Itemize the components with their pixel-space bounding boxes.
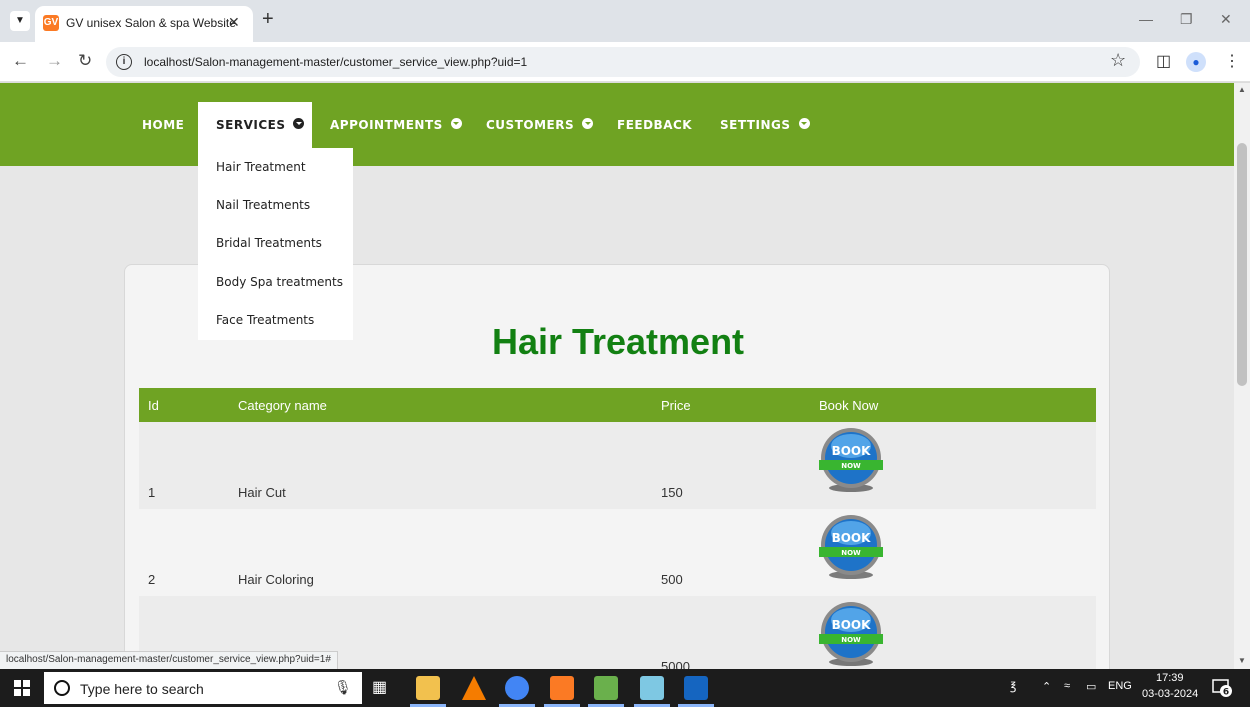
taskbar-search-placeholder: Type here to search (80, 681, 204, 697)
nav-feedback[interactable]: FEEDBACK (617, 118, 692, 132)
chrome-icon[interactable] (505, 676, 529, 700)
row-price: 500 (661, 572, 683, 587)
taskbar-search-box[interactable]: Type here to search 🎙 (44, 672, 362, 704)
column-header-price: Price (661, 398, 691, 413)
scrollbar-thumb[interactable] (1237, 143, 1247, 386)
book-now-button[interactable]: BOOK NOW (819, 515, 883, 581)
xampp-icon[interactable] (550, 676, 574, 700)
app-icon[interactable] (640, 676, 664, 700)
nav-services-label: SERVICES (216, 118, 286, 132)
show-hidden-icons-chevron-icon[interactable]: ⌃ (1042, 680, 1051, 693)
xampp-favicon-icon: GV (43, 15, 59, 31)
nav-services[interactable]: SERVICES (216, 118, 305, 132)
column-header-book-now: Book Now (819, 398, 879, 413)
notification-count: 6 (1223, 688, 1229, 698)
column-header-id: Id (148, 398, 159, 413)
clock-time[interactable]: 17:39 (1156, 672, 1184, 684)
tab-close-icon[interactable]: ✕ (228, 14, 240, 31)
book-label: BOOK (832, 444, 872, 458)
nav-customers-label: CUSTOMERS (486, 118, 575, 132)
scroll-up-arrow-icon[interactable]: ▲ (1238, 85, 1246, 94)
url-text[interactable]: localhost/Salon-management-master/custom… (144, 55, 527, 69)
bookmark-star-icon[interactable]: ☆ (1110, 50, 1126, 71)
tab-title: GV unisex Salon & spa Website (66, 16, 236, 30)
row-id: 2 (148, 572, 156, 587)
photos-icon[interactable] (684, 676, 708, 700)
task-view-icon[interactable]: ▦ (372, 677, 387, 697)
reload-icon[interactable]: ↻ (78, 51, 92, 71)
chevron-down-icon (450, 118, 462, 129)
site-info-icon[interactable]: i (116, 54, 132, 70)
dropdown-item-face-treatments[interactable]: Face Treatments (216, 313, 314, 327)
windows-taskbar: Type here to search 🎙 ▦ ℥ ⌃ ≈ ▭ ENG 17:3… (0, 669, 1250, 707)
now-label: NOW (841, 462, 861, 470)
browser-tab-strip: ▼ GV GV unisex Salon & spa Website ✕ + —… (0, 0, 1250, 42)
people-icon[interactable]: ℥ (1010, 680, 1016, 693)
dropdown-item-body-spa-treatments[interactable]: Body Spa treatments (216, 275, 343, 289)
table-header: Id Category name Price Book Now (139, 388, 1096, 422)
address-bar[interactable]: i localhost/Salon-management-master/cust… (106, 47, 1140, 77)
table-row: 2 Hair Coloring 500 BOOK NOW (139, 509, 1096, 596)
nav-settings[interactable]: SETTINGS (720, 118, 810, 132)
browser-toolbar: ← → ↻ i localhost/Salon-management-maste… (0, 42, 1250, 82)
window-close-icon[interactable]: ✕ (1220, 11, 1232, 28)
dropdown-item-nail-treatments[interactable]: Nail Treatments (216, 198, 310, 212)
services-dropdown-menu: Hair Treatment Nail Treatments Bridal Tr… (198, 148, 353, 340)
browser-menu-icon[interactable]: ⋮ (1224, 51, 1240, 71)
tab-search-chevron-icon[interactable]: ▼ (10, 11, 30, 31)
nav-home[interactable]: HOME (142, 118, 184, 132)
now-label: NOW (841, 549, 861, 557)
scroll-down-arrow-icon[interactable]: ▼ (1238, 656, 1246, 665)
windows-start-icon[interactable] (14, 680, 30, 696)
page-scrollbar[interactable]: ▲ ▼ (1234, 83, 1250, 669)
search-icon (54, 680, 70, 696)
row-price: 150 (661, 485, 683, 500)
dropdown-item-hair-treatment[interactable]: Hair Treatment (216, 160, 306, 174)
vlc-icon[interactable] (462, 676, 486, 700)
row-category-name: Hair Cut (238, 485, 286, 500)
book-label: BOOK (832, 531, 872, 545)
notepad-plus-plus-icon[interactable] (594, 676, 618, 700)
nav-customers[interactable]: CUSTOMERS (486, 118, 594, 132)
restore-icon[interactable]: ❐ (1180, 11, 1193, 28)
row-category-name: Hair Coloring (238, 572, 314, 587)
notification-icon[interactable]: 6 (1212, 679, 1232, 697)
clock-date[interactable]: 03-03-2024 (1142, 688, 1198, 700)
nav-settings-label: SETTINGS (720, 118, 791, 132)
row-id: 1 (148, 485, 156, 500)
book-now-button[interactable]: BOOK NOW (819, 602, 883, 668)
battery-icon[interactable]: ▭ (1086, 680, 1096, 693)
table-row: 1 Hair Cut 150 BOOK NOW (139, 422, 1096, 509)
profile-avatar-icon[interactable]: ● (1186, 52, 1206, 72)
page-viewport: HOME SERVICES APPOINTMENTS CUSTOMERS FEE… (0, 83, 1234, 669)
file-explorer-icon[interactable] (416, 676, 440, 700)
book-now-button[interactable]: BOOK NOW (819, 428, 883, 494)
side-panel-icon[interactable]: ◫ (1156, 51, 1171, 71)
now-label: NOW (841, 636, 861, 644)
forward-arrow-icon[interactable]: → (46, 51, 63, 71)
main-navbar: HOME SERVICES APPOINTMENTS CUSTOMERS FEE… (0, 83, 1234, 166)
wifi-icon[interactable]: ≈ (1064, 680, 1070, 692)
microphone-icon[interactable]: 🎙 (334, 679, 352, 696)
dropdown-item-bridal-treatments[interactable]: Bridal Treatments (216, 236, 322, 250)
chevron-down-icon (798, 118, 810, 129)
nav-appointments[interactable]: APPOINTMENTS (330, 118, 462, 132)
link-status-bubble: localhost/Salon-management-master/custom… (0, 651, 338, 669)
column-header-category-name: Category name (238, 398, 327, 413)
chevron-down-icon (293, 118, 305, 129)
language-indicator[interactable]: ENG (1108, 680, 1132, 692)
browser-tab[interactable]: GV GV unisex Salon & spa Website ✕ (35, 6, 253, 42)
chevron-down-icon (582, 118, 594, 129)
back-arrow-icon[interactable]: ← (12, 51, 29, 71)
minimize-icon[interactable]: — (1139, 11, 1153, 27)
nav-appointments-label: APPOINTMENTS (330, 118, 443, 132)
new-tab-plus-icon[interactable]: + (262, 9, 274, 29)
book-label: BOOK (832, 618, 872, 632)
row-price: 5000 (661, 659, 690, 669)
